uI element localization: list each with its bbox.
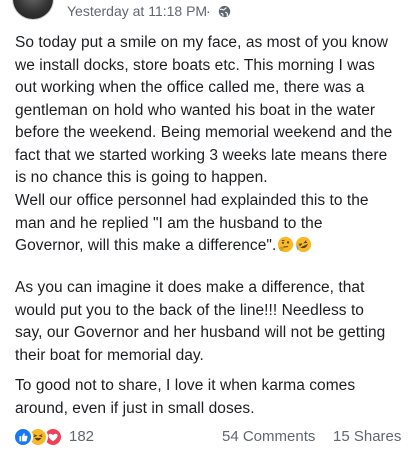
facebook-post: Yesterday at 11:18 PM · So today put a s… [0,0,417,457]
post-header: Yesterday at 11:18 PM · [0,0,417,26]
shares-link[interactable]: 15 Shares [333,428,401,445]
reaction-count[interactable]: 182 [69,428,94,445]
comments-link[interactable]: 54 Comments [222,428,315,445]
post-footer: 182 54 Comments 15 Shares [0,425,417,453]
reaction-icons[interactable] [13,427,73,447]
avatar[interactable] [12,0,54,20]
rofl-face-icon [295,236,312,253]
globe-icon[interactable] [218,5,231,18]
post-paragraph-1: So today put a smile on my face, as most… [15,34,393,186]
post-paragraph-4: To good not to share, I love it when kar… [15,377,356,417]
post-paragraph-3: As you can imagine it does make a differ… [15,279,386,364]
post-paragraph-2: Well our office personnel had explainded… [15,190,369,258]
thinking-face-icon [277,236,294,253]
like-icon [13,427,33,447]
separator-dot: · [206,3,211,19]
post-paragraph-2-text: Well our office personnel had explainded… [15,192,369,254]
post-timestamp[interactable]: Yesterday at 11:18 PM [67,3,207,19]
